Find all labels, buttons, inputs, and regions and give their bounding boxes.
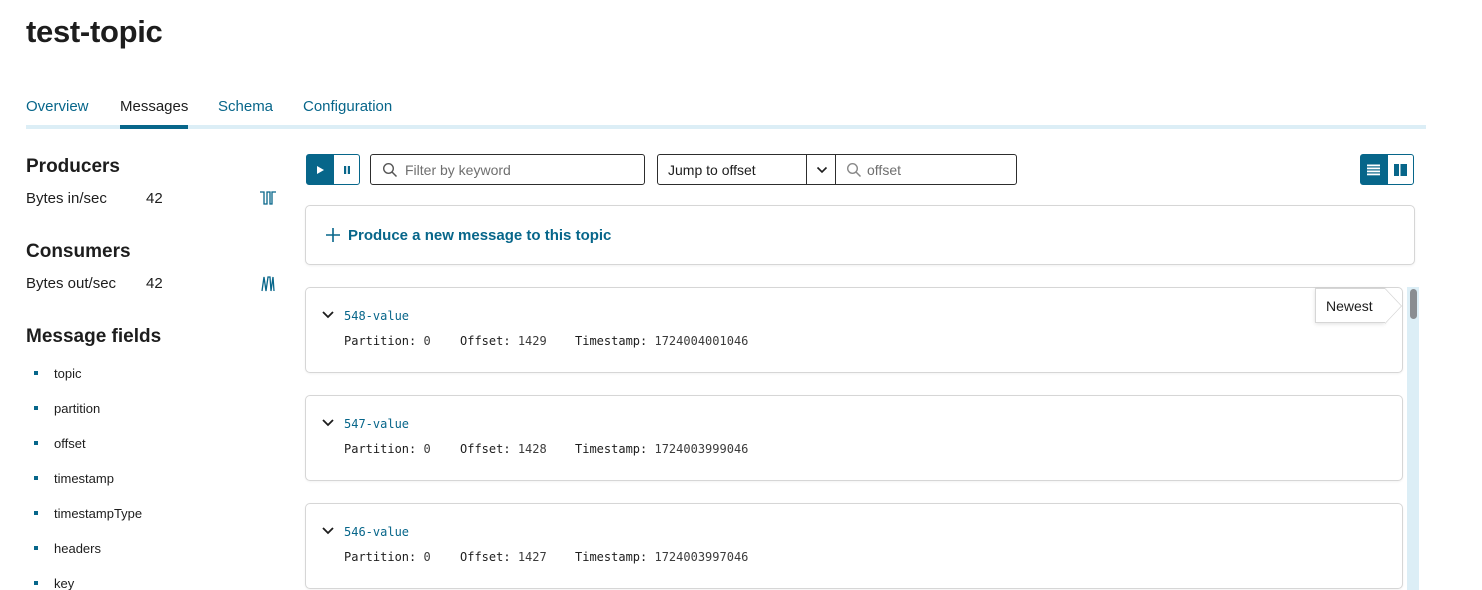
bullet-icon (34, 406, 38, 410)
offset-input[interactable] (867, 161, 1007, 179)
timestamp-value: 1724003997046 (654, 550, 749, 564)
bytes-in-row: Bytes in/sec 42 (26, 190, 278, 207)
message-fields-heading: Message fields (26, 326, 162, 347)
offset-value: 1427 (517, 550, 547, 564)
bytes-out-value: 42 (146, 275, 163, 292)
bytes-in-label: Bytes in/sec (26, 190, 107, 207)
filter-input[interactable] (405, 161, 635, 179)
tab-schema[interactable]: Schema (218, 98, 273, 125)
sparkline-icon (260, 191, 276, 205)
newest-tooltip: Newest (1315, 288, 1402, 324)
partition-value: 0 (423, 442, 431, 456)
message-card[interactable]: 546-value Partition: 0 Offset: 1427 Time… (305, 503, 1403, 589)
bytes-out-row: Bytes out/sec 42 (26, 275, 278, 292)
sparkline-icon (261, 276, 275, 292)
tab-bar: Overview Messages Schema Configuration (26, 96, 1426, 129)
offset-field[interactable] (835, 154, 1017, 185)
chevron-down-icon[interactable] (321, 310, 335, 320)
bullet-icon (34, 546, 38, 550)
page-title: test-topic (26, 14, 163, 49)
message-card[interactable]: 548-value Partition: 0 Offset: 1429 Time… (305, 287, 1403, 373)
search-icon (846, 162, 862, 178)
view-toggle (1360, 154, 1414, 185)
jump-select-value: Jump to offset (668, 162, 756, 178)
offset-value: 1428 (517, 442, 547, 456)
bytes-in-value: 42 (146, 190, 163, 207)
consumers-heading: Consumers (26, 241, 131, 262)
timestamp-value: 1724003999046 (654, 442, 749, 456)
message-key: 546-value (344, 525, 410, 539)
play-button[interactable] (306, 154, 333, 185)
producers-heading: Producers (26, 156, 120, 177)
timestamp-value: 1724004001046 (654, 334, 749, 348)
chevron-down-icon[interactable] (321, 526, 335, 536)
list-view-icon (1367, 164, 1380, 175)
tab-configuration[interactable]: Configuration (303, 98, 392, 125)
jump-select[interactable]: Jump to offset (657, 154, 837, 185)
offset-value: 1429 (517, 334, 547, 348)
message-key: 547-value (344, 417, 410, 431)
bullet-icon (34, 476, 38, 480)
tab-overview[interactable]: Overview (26, 98, 89, 125)
newest-label: Newest (1326, 298, 1373, 314)
pause-button[interactable] (333, 154, 360, 185)
play-icon (316, 165, 324, 174)
playback-controls (306, 154, 360, 185)
produce-message-button[interactable]: Produce a new message to this topic (305, 205, 1415, 265)
bullet-icon (34, 441, 38, 445)
tab-messages[interactable]: Messages (120, 98, 189, 129)
search-icon (382, 162, 398, 178)
chevron-down-icon (806, 155, 836, 184)
chevron-down-icon[interactable] (321, 418, 335, 428)
list-view-button[interactable] (1360, 154, 1387, 185)
split-view-icon (1394, 163, 1407, 176)
message-key: 548-value (344, 309, 410, 323)
bytes-out-label: Bytes out/sec (26, 275, 117, 292)
filter-field[interactable] (370, 154, 645, 185)
pause-icon (343, 165, 350, 174)
partition-value: 0 (423, 334, 431, 348)
partition-value: 0 (423, 550, 431, 564)
split-view-button[interactable] (1387, 154, 1414, 185)
message-card[interactable]: 547-value Partition: 0 Offset: 1428 Time… (305, 395, 1403, 481)
scrollbar-thumb[interactable] (1410, 289, 1417, 319)
scrollbar-track[interactable] (1407, 287, 1419, 590)
plus-icon (326, 228, 340, 242)
bullet-icon (34, 371, 38, 375)
bullet-icon (34, 511, 38, 515)
bullet-icon (34, 581, 38, 585)
produce-message-label: Produce a new message to this topic (348, 227, 612, 244)
